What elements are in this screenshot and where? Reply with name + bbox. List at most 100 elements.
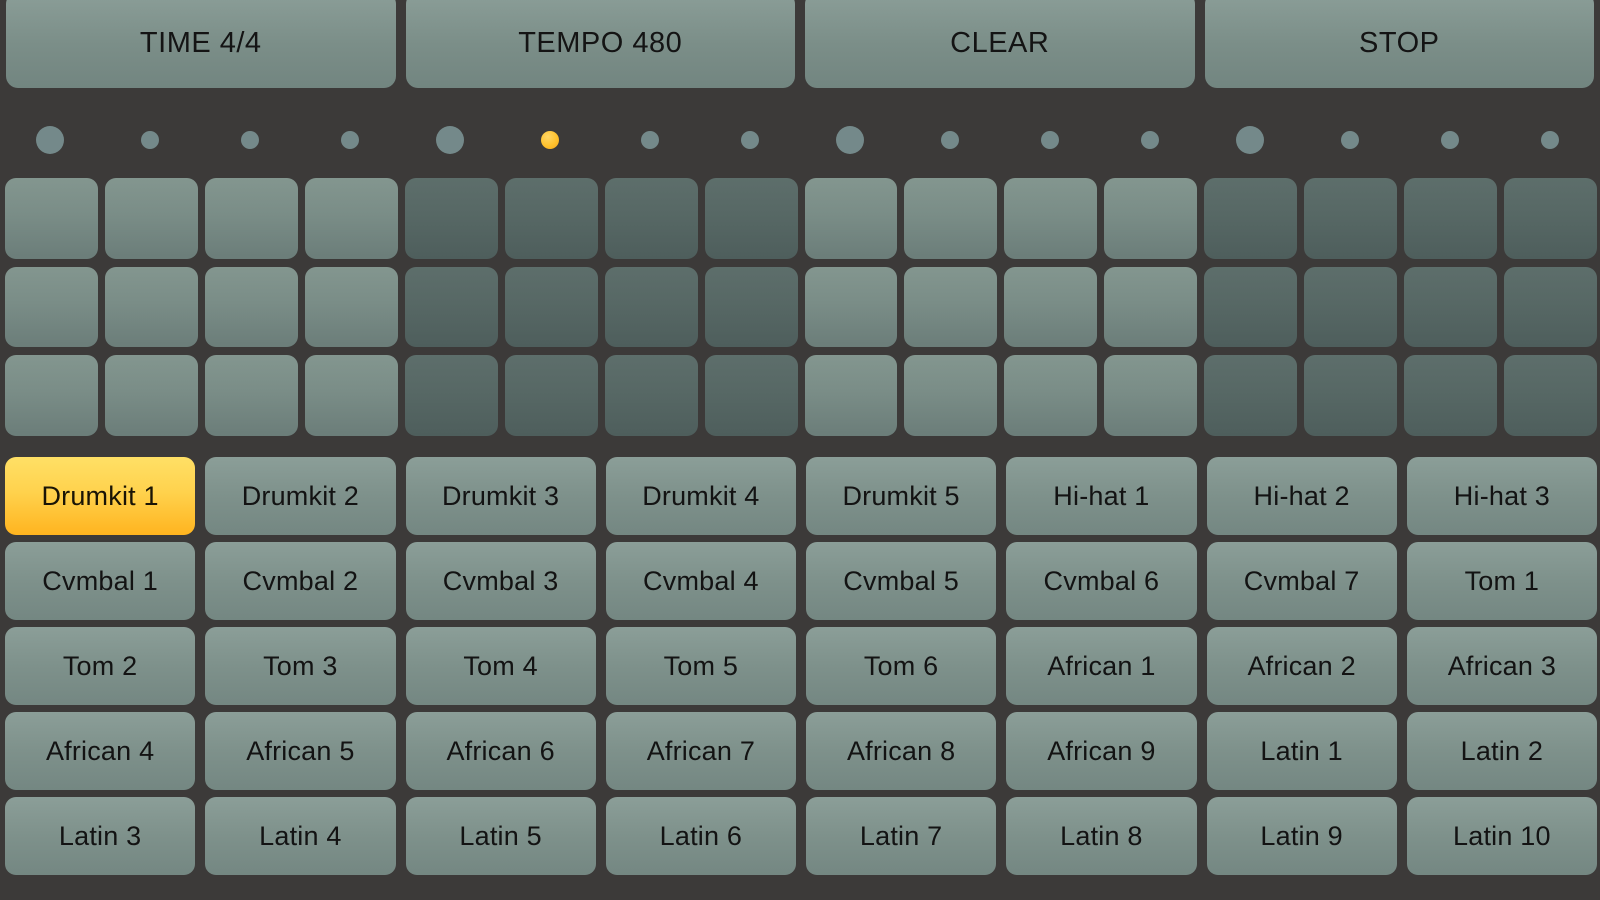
sound-button-african-2[interactable]: African 2 bbox=[1206, 627, 1397, 705]
step-pad-r1-c3[interactable] bbox=[204, 178, 298, 259]
step-pad-r3-c15[interactable] bbox=[1404, 355, 1498, 437]
step-pad-r3-c1[interactable] bbox=[5, 355, 98, 437]
step-pad-r3-c10[interactable] bbox=[904, 355, 998, 437]
step-pad-r2-c7[interactable] bbox=[604, 266, 698, 348]
sound-button-african-3[interactable]: African 3 bbox=[1406, 627, 1597, 705]
step-pad-r1-c10[interactable] bbox=[904, 178, 998, 259]
step-pad-r2-c5[interactable] bbox=[404, 266, 498, 348]
sound-button-cvmbal-1[interactable]: Cvmbal 1 bbox=[5, 542, 196, 620]
step-pad-r3-c12[interactable] bbox=[1104, 355, 1198, 437]
step-pad-r3-c14[interactable] bbox=[1304, 355, 1398, 437]
sound-button-cvmbal-2[interactable]: Cvmbal 2 bbox=[205, 542, 396, 620]
sound-button-cvmbal-6[interactable]: Cvmbal 6 bbox=[1006, 542, 1197, 620]
step-indicator-cell-4 bbox=[300, 108, 400, 172]
sound-button-cvmbal-5[interactable]: Cvmbal 5 bbox=[806, 542, 997, 620]
step-pad-r1-c11[interactable] bbox=[1004, 178, 1098, 259]
step-indicator-row bbox=[0, 108, 1600, 172]
sound-button-hi-hat-3[interactable]: Hi-hat 3 bbox=[1406, 457, 1597, 535]
sound-selection-grid: Drumkit 1 Drumkit 2 Drumkit 3 Drumkit 4 Drum… bbox=[5, 457, 1597, 875]
sound-button-cvmbal-3[interactable]: Cvmbal 3 bbox=[405, 542, 596, 620]
sound-button-latin-5[interactable]: Latin 5 bbox=[405, 797, 596, 875]
step-pad-r3-c9[interactable] bbox=[804, 355, 898, 437]
step-pad-r2-c3[interactable] bbox=[204, 266, 298, 348]
step-indicator-led-1 bbox=[36, 126, 64, 154]
step-pad-r2-c8[interactable] bbox=[704, 266, 798, 348]
step-indicator-cell-1 bbox=[0, 108, 100, 172]
sound-button-tom-5[interactable]: Tom 5 bbox=[605, 627, 796, 705]
tempo-button[interactable]: TEMPO 480 bbox=[405, 0, 795, 88]
sound-button-tom-2[interactable]: Tom 2 bbox=[5, 627, 196, 705]
step-pad-r2-c2[interactable] bbox=[104, 266, 198, 348]
step-pad-r2-c11[interactable] bbox=[1004, 266, 1098, 348]
step-pad-r1-c5[interactable] bbox=[404, 178, 498, 259]
step-pad-r1-c7[interactable] bbox=[604, 178, 698, 259]
sound-button-latin-9[interactable]: Latin 9 bbox=[1206, 797, 1397, 875]
step-pad-r1-c13[interactable] bbox=[1204, 178, 1298, 259]
sound-button-tom-3[interactable]: Tom 3 bbox=[205, 627, 396, 705]
sound-button-latin-2[interactable]: Latin 2 bbox=[1406, 712, 1597, 790]
sound-button-latin-4[interactable]: Latin 4 bbox=[205, 797, 396, 875]
step-pad-r2-c12[interactable] bbox=[1104, 266, 1198, 348]
step-indicator-led-3 bbox=[241, 131, 259, 149]
step-pad-r2-c10[interactable] bbox=[904, 266, 998, 348]
sound-button-african-4[interactable]: African 4 bbox=[5, 712, 196, 790]
sound-button-latin-7[interactable]: Latin 7 bbox=[806, 797, 997, 875]
step-sequencer-grid bbox=[5, 178, 1597, 437]
sound-button-latin-10[interactable]: Latin 10 bbox=[1406, 797, 1597, 875]
clear-button[interactable]: CLEAR bbox=[805, 0, 1195, 88]
step-pad-r1-c15[interactable] bbox=[1404, 178, 1498, 259]
step-pad-r2-c1[interactable] bbox=[5, 266, 98, 348]
step-pad-r3-c4[interactable] bbox=[304, 355, 398, 437]
sound-row: African 4 African 5 African 6 African 7 Afri… bbox=[5, 712, 1597, 790]
sound-button-hi-hat-2[interactable]: Hi-hat 2 bbox=[1206, 457, 1397, 535]
sound-button-drumkit-5[interactable]: Drumkit 5 bbox=[806, 457, 997, 535]
time-signature-button[interactable]: TIME 4/4 bbox=[6, 0, 396, 88]
step-pad-r2-c16[interactable] bbox=[1504, 266, 1597, 348]
sound-button-african-6[interactable]: African 6 bbox=[405, 712, 596, 790]
step-pad-r3-c16[interactable] bbox=[1504, 355, 1597, 437]
step-pad-r3-c11[interactable] bbox=[1004, 355, 1098, 437]
sound-button-latin-6[interactable]: Latin 6 bbox=[605, 797, 796, 875]
sound-button-african-5[interactable]: African 5 bbox=[205, 712, 396, 790]
step-pad-r3-c2[interactable] bbox=[104, 355, 198, 437]
step-pad-r1-c9[interactable] bbox=[804, 178, 898, 259]
sound-button-latin-8[interactable]: Latin 8 bbox=[1006, 797, 1197, 875]
step-pad-r1-c16[interactable] bbox=[1504, 178, 1597, 259]
step-pad-r2-c13[interactable] bbox=[1204, 266, 1298, 348]
sound-button-african-1[interactable]: African 1 bbox=[1006, 627, 1197, 705]
step-pad-r1-c6[interactable] bbox=[504, 178, 598, 259]
step-pad-r2-c4[interactable] bbox=[304, 266, 398, 348]
step-pad-r3-c6[interactable] bbox=[504, 355, 598, 437]
sound-button-cvmbal-7[interactable]: Cvmbal 7 bbox=[1206, 542, 1397, 620]
sound-button-hi-hat-1[interactable]: Hi-hat 1 bbox=[1006, 457, 1197, 535]
step-pad-r2-c14[interactable] bbox=[1304, 266, 1398, 348]
sound-button-latin-3[interactable]: Latin 3 bbox=[5, 797, 196, 875]
step-pad-r1-c4[interactable] bbox=[304, 178, 398, 259]
sound-button-tom-1[interactable]: Tom 1 bbox=[1406, 542, 1597, 620]
sound-button-cvmbal-4[interactable]: Cvmbal 4 bbox=[605, 542, 796, 620]
stop-button[interactable]: STOP bbox=[1204, 0, 1594, 88]
sound-button-african-9[interactable]: African 9 bbox=[1006, 712, 1197, 790]
sound-button-tom-6[interactable]: Tom 6 bbox=[806, 627, 997, 705]
sound-button-drumkit-4[interactable]: Drumkit 4 bbox=[605, 457, 796, 535]
sound-button-drumkit-3[interactable]: Drumkit 3 bbox=[405, 457, 596, 535]
step-pad-r3-c13[interactable] bbox=[1204, 355, 1298, 437]
step-pad-r1-c8[interactable] bbox=[704, 178, 798, 259]
step-pad-r3-c5[interactable] bbox=[404, 355, 498, 437]
step-pad-r1-c2[interactable] bbox=[104, 178, 198, 259]
sound-button-drumkit-1[interactable]: Drumkit 1 bbox=[5, 457, 196, 535]
step-pad-r2-c15[interactable] bbox=[1404, 266, 1498, 348]
step-pad-r1-c1[interactable] bbox=[5, 178, 98, 259]
step-pad-r1-c12[interactable] bbox=[1104, 178, 1198, 259]
step-pad-r1-c14[interactable] bbox=[1304, 178, 1398, 259]
step-pad-r2-c9[interactable] bbox=[804, 266, 898, 348]
step-pad-r3-c3[interactable] bbox=[204, 355, 298, 437]
step-pad-r3-c8[interactable] bbox=[704, 355, 798, 437]
sound-button-drumkit-2[interactable]: Drumkit 2 bbox=[205, 457, 396, 535]
sound-button-tom-4[interactable]: Tom 4 bbox=[405, 627, 596, 705]
step-pad-r3-c7[interactable] bbox=[604, 355, 698, 437]
sound-button-african-8[interactable]: African 8 bbox=[806, 712, 997, 790]
sound-button-african-7[interactable]: African 7 bbox=[605, 712, 796, 790]
step-pad-r2-c6[interactable] bbox=[504, 266, 598, 348]
sound-button-latin-1[interactable]: Latin 1 bbox=[1206, 712, 1397, 790]
